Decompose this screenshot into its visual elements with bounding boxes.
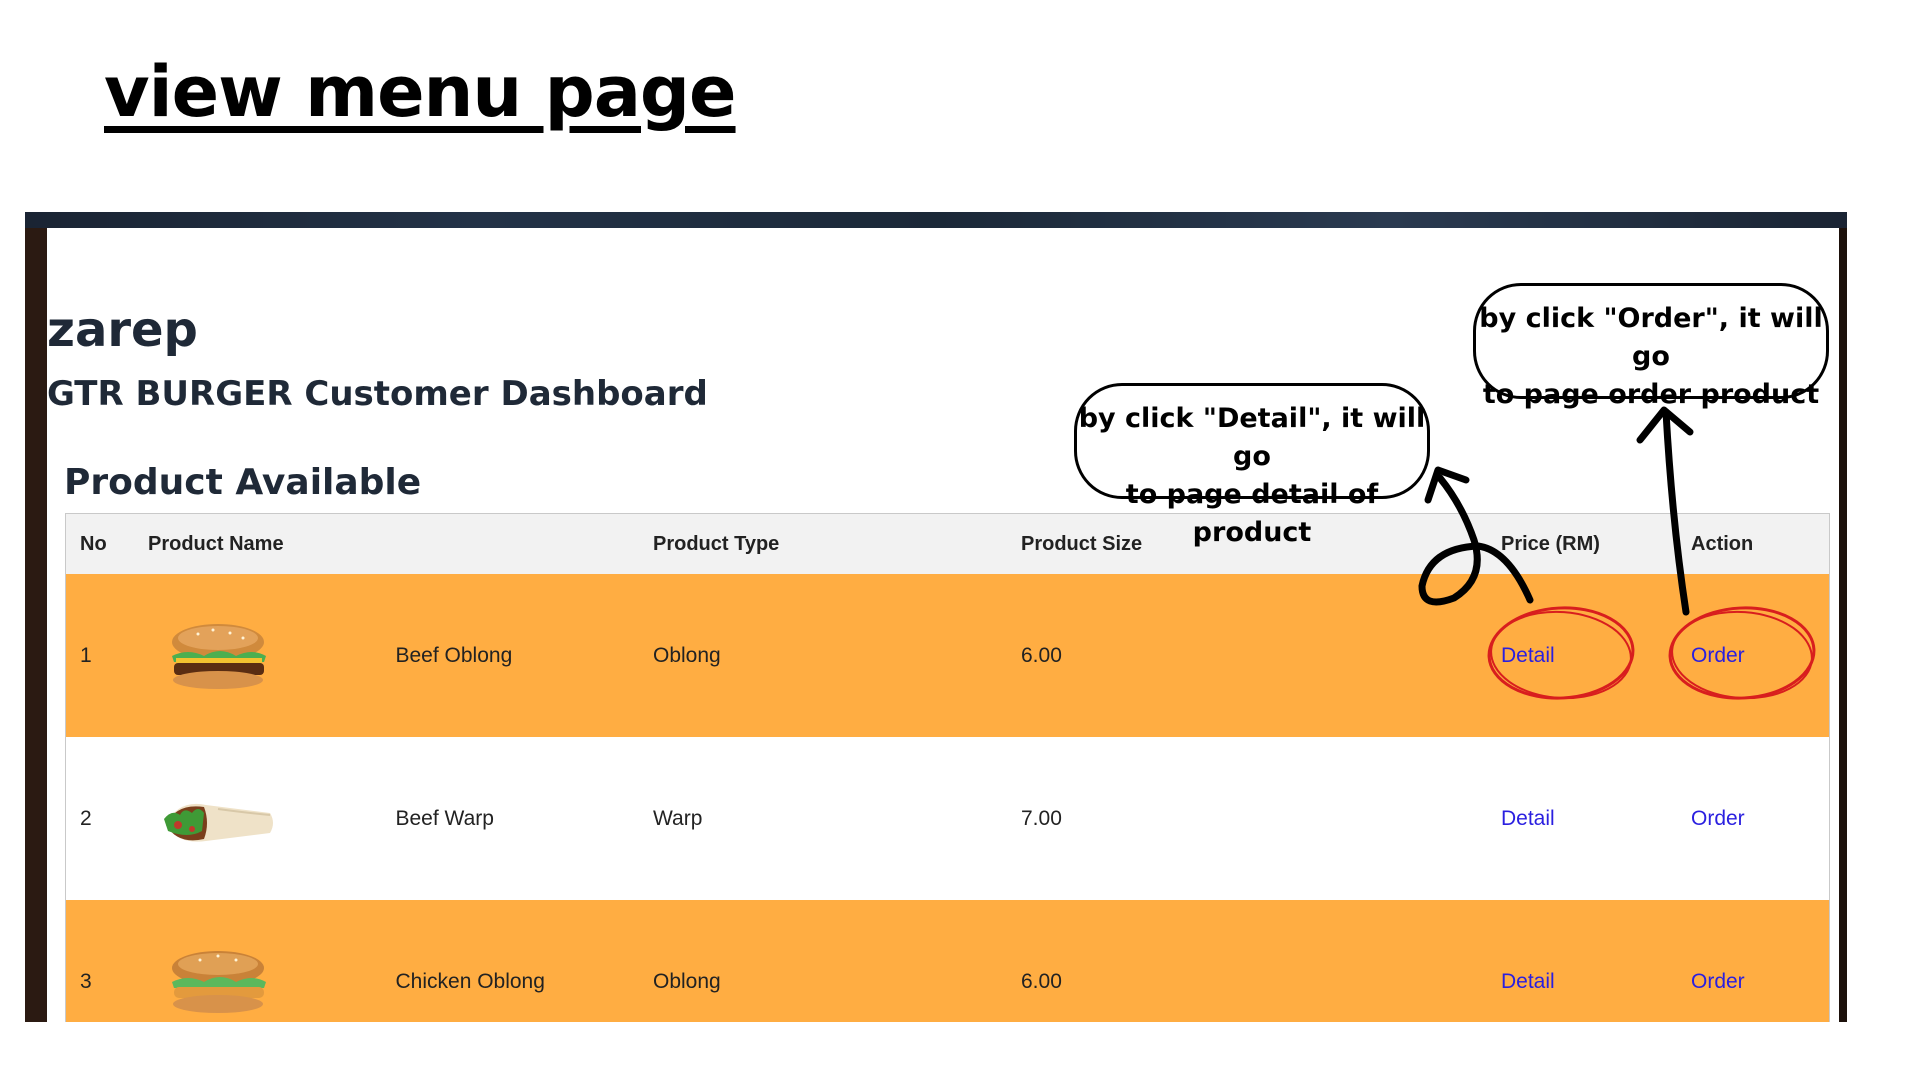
table-row: 1 Beef Oblong Oblong 6.00 Detail Order — [66, 574, 1829, 737]
product-size: 7.00 — [1021, 806, 1062, 830]
product-type: Oblong — [653, 969, 721, 993]
row-number: 2 — [80, 806, 92, 830]
column-header-price: Price (RM) — [1501, 532, 1600, 555]
browser-top-band — [25, 212, 1847, 228]
order-callout: by click "Order", it will go to page ord… — [1473, 283, 1829, 410]
row-number: 3 — [80, 969, 92, 993]
order-cell: Order — [1691, 737, 1829, 900]
detail-callout-line1: by click "Detail", it will go — [1078, 403, 1426, 472]
product-image — [148, 574, 396, 737]
table-row: 3 Chicken Oblong Oblong 6.00 Detail Orde… — [66, 900, 1829, 1022]
table-header-row: No Product Name Product Type Product Siz… — [66, 514, 1829, 574]
column-header-no: No — [80, 532, 107, 555]
row-number: 1 — [80, 643, 92, 667]
product-name: Beef Warp — [395, 806, 494, 830]
user-name: zarep — [47, 302, 198, 358]
product-name: Chicken Oblong — [395, 969, 545, 993]
product-type: Warp — [653, 806, 703, 830]
wrap-image — [164, 803, 273, 842]
burger-image — [172, 623, 266, 689]
dashboard-title: GTR BURGER Customer Dashboard — [47, 374, 708, 414]
product-image — [148, 737, 396, 900]
column-header-product-type: Product Type — [653, 532, 780, 555]
detail-cell: Detail — [1501, 574, 1691, 737]
product-size: 6.00 — [1021, 969, 1062, 993]
detail-callout-line2: to page detail of product — [1125, 479, 1379, 548]
product-table-wrapper: No Product Name Product Type Product Siz… — [65, 513, 1830, 1022]
order-cell: Order — [1691, 574, 1829, 737]
order-callout-line2: to page order product — [1482, 379, 1820, 410]
detail-link[interactable]: Detail — [1501, 644, 1555, 667]
table-row: 2 Beef Warp Warp 7.00 Detail Order — [66, 737, 1829, 900]
order-callout-line1: by click "Order", it will go — [1479, 303, 1823, 372]
window-edge — [1839, 228, 1847, 1022]
column-header-action: Action — [1691, 532, 1754, 555]
order-link[interactable]: Order — [1691, 970, 1745, 993]
product-image — [148, 900, 396, 1022]
column-header-product-name: Product Name — [148, 532, 284, 555]
detail-callout: by click "Detail", it will go to page de… — [1074, 383, 1430, 548]
page-heading: view menu page — [104, 51, 737, 133]
burger-image — [172, 950, 266, 1013]
product-table: No Product Name Product Type Product Siz… — [66, 514, 1829, 1022]
product-size: 6.00 — [1021, 643, 1062, 667]
detail-cell: Detail — [1501, 900, 1691, 1022]
order-cell: Order — [1691, 900, 1829, 1022]
order-link[interactable]: Order — [1691, 807, 1745, 830]
detail-cell: Detail — [1501, 737, 1691, 900]
detail-link[interactable]: Detail — [1501, 807, 1555, 830]
order-link[interactable]: Order — [1691, 644, 1745, 667]
product-name: Beef Oblong — [395, 643, 513, 667]
section-title: Product Available — [64, 462, 422, 503]
detail-link[interactable]: Detail — [1501, 970, 1555, 993]
product-type: Oblong — [653, 643, 721, 667]
